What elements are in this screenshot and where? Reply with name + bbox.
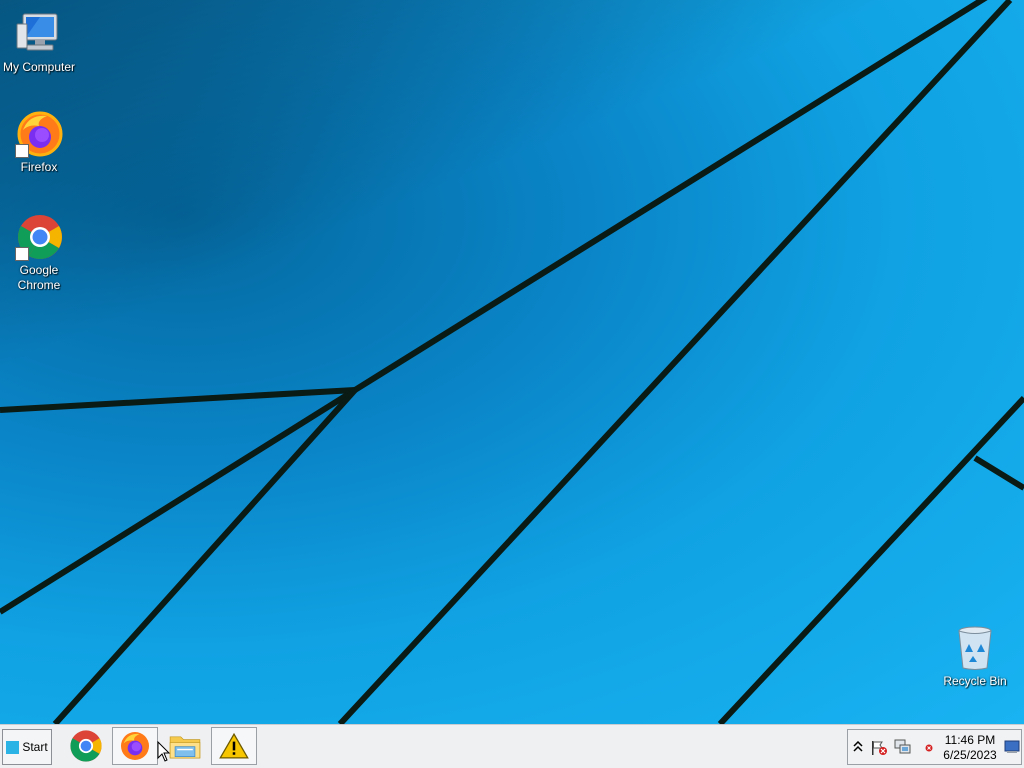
clock-time: 11:46 PM [944, 733, 996, 747]
shortcut-arrow-icon [15, 144, 29, 158]
firefox-icon [121, 732, 149, 760]
warning-icon [219, 732, 249, 759]
chrome-icon [70, 730, 102, 762]
desktop-icon-label: Google Chrome [17, 263, 61, 292]
clock-date: 6/25/2023 [943, 748, 997, 762]
desktop-icon-recycle-bin[interactable]: Recycle Bin [936, 624, 1014, 689]
shortcut-arrow-icon [15, 247, 29, 261]
error-icon[interactable] [925, 744, 933, 752]
windows-logo-icon [6, 740, 20, 754]
desktop-icon-label: My Computer [2, 60, 76, 74]
show-desktop-icon[interactable] [1004, 740, 1020, 754]
taskbar-firefox-button[interactable] [112, 727, 158, 765]
start-label: Start [22, 740, 48, 754]
start-button[interactable]: Start [2, 729, 52, 765]
desktop[interactable]: My Computer Firefox Google Chrome Recycl… [0, 0, 1024, 724]
system-tray: 11:46 PM 6/25/2023 [847, 729, 1022, 765]
taskbar: Start 11:46 PM 6/25/2023 [0, 724, 1024, 768]
desktop-icon-google-chrome[interactable]: Google Chrome [0, 213, 78, 293]
network-icon[interactable] [894, 739, 912, 755]
mouse-cursor-icon [157, 741, 171, 762]
action-center-flag-icon[interactable] [870, 740, 888, 756]
taskbar-chrome-button[interactable] [63, 727, 109, 765]
computer-icon [16, 13, 58, 51]
clock[interactable]: 11:46 PM 6/25/2023 [940, 733, 1000, 763]
show-hidden-icons-chevron-icon[interactable] [853, 741, 863, 753]
desktop-icon-my-computer[interactable]: My Computer [0, 10, 78, 75]
taskbar-warning-button[interactable] [211, 727, 257, 765]
file-explorer-icon [169, 736, 201, 759]
wallpaper-lines [0, 0, 1024, 724]
desktop-icon-firefox[interactable]: Firefox [0, 110, 78, 175]
desktop-icon-label: Firefox [20, 160, 58, 174]
desktop-icon-label: Recycle Bin [943, 674, 1007, 688]
recycle-bin-icon [958, 626, 992, 670]
